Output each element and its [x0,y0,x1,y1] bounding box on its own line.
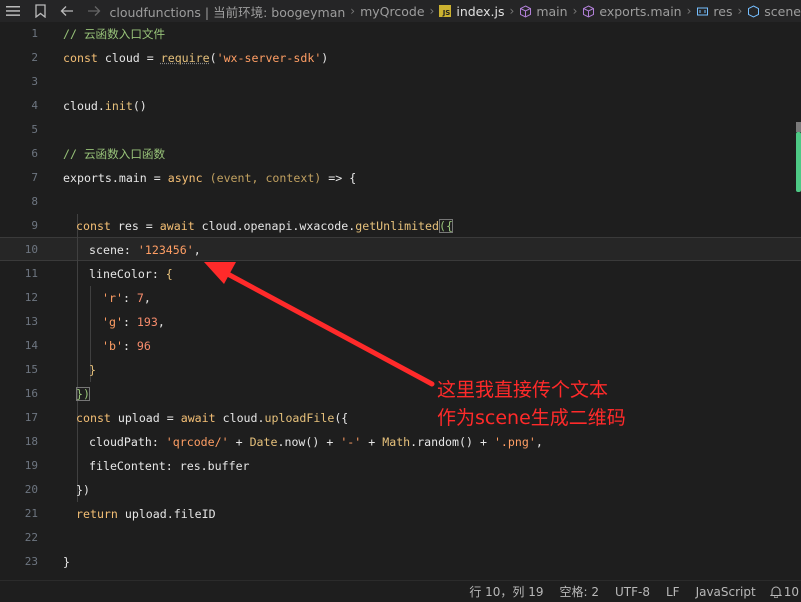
indentation-setting[interactable]: 空格: 2 [559,583,599,600]
status-bar: 行 10，列 19 空格: 2 UTF-8 LF JavaScript 10 [0,580,801,602]
cursor-position[interactable]: 行 10，列 19 [469,583,543,600]
encoding-setting[interactable]: UTF-8 [615,585,650,599]
annotation-line-1: 这里我直接传个文本 [437,379,609,401]
notification-count: 10 [783,584,799,599]
annotation-arrow [204,262,435,387]
annotation-text: 这里我直接传个文本 作为scene生成二维码 [437,376,626,432]
annotation-line-2: 作为scene生成二维码 [437,407,626,429]
bell-icon [769,586,782,598]
eol-setting[interactable]: LF [666,585,680,599]
notifications-button[interactable]: 10 [769,584,801,599]
language-mode[interactable]: JavaScript [696,585,756,599]
